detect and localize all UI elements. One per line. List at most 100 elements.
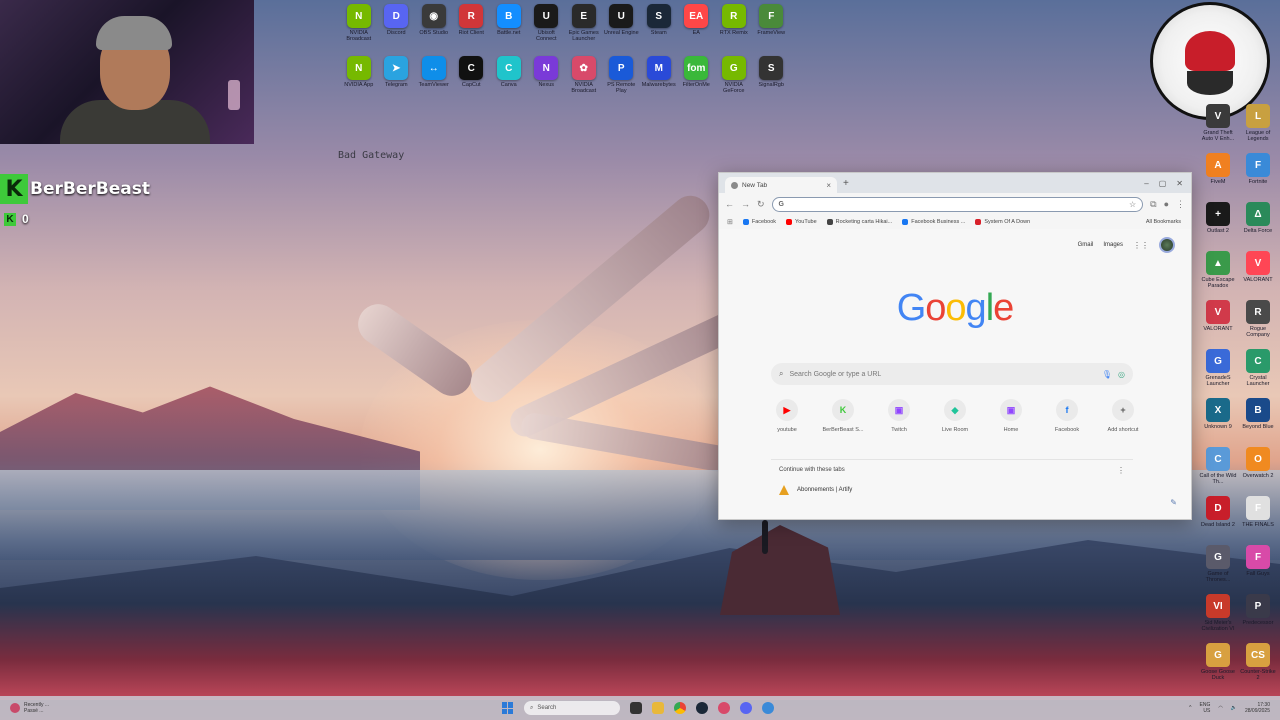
google-apps-icon[interactable]: ⋮⋮ bbox=[1133, 241, 1149, 250]
chrome-icon[interactable] bbox=[674, 702, 686, 714]
bookmark-star-icon[interactable]: ☆ bbox=[1129, 200, 1136, 209]
desktop-shortcut[interactable]: N NVIDIA Broadcast bbox=[340, 4, 378, 52]
desktop-shortcut[interactable]: ▲ Cube Escape Paradox bbox=[1198, 251, 1238, 298]
weather-widget[interactable]: Recently ... Passé ... bbox=[10, 702, 49, 714]
desktop-shortcut[interactable]: O Overwatch 2 bbox=[1238, 447, 1278, 494]
desktop-shortcut[interactable]: X Unknown 9 bbox=[1198, 398, 1238, 445]
volume-icon[interactable]: 🔈 bbox=[1231, 705, 1237, 711]
desktop-shortcut[interactable]: F THE FINALS bbox=[1238, 496, 1278, 543]
google-lens-icon[interactable]: ◎ bbox=[1118, 370, 1125, 379]
desktop-shortcut[interactable]: G Goose Goose Duck bbox=[1198, 643, 1238, 690]
desktop-shortcut[interactable]: S SignalRgb bbox=[753, 56, 791, 104]
desktop-shortcut[interactable]: S Steam bbox=[640, 4, 678, 52]
desktop-shortcut[interactable]: ➤ Telegram bbox=[378, 56, 416, 104]
google-search-input[interactable]: ⌕ Search Google or type a URL 🎙 ◎ bbox=[771, 363, 1133, 385]
shortcut-tile[interactable]: + Add shortcut bbox=[1095, 399, 1151, 433]
desktop-shortcut[interactable]: U Ubisoft Connect bbox=[528, 4, 566, 52]
voice-search-icon[interactable]: 🎙 bbox=[1102, 370, 1112, 379]
forward-icon[interactable]: → bbox=[741, 199, 750, 209]
desktop-shortcut[interactable]: CS Counter-Strike 2 bbox=[1238, 643, 1278, 690]
desktop-shortcut[interactable]: P PS Remote Play bbox=[603, 56, 641, 104]
desktop-shortcut[interactable]: N Nexus bbox=[528, 56, 566, 104]
windows-start-icon[interactable] bbox=[502, 702, 514, 714]
desktop-shortcut[interactable]: fom FilterOnMe bbox=[678, 56, 716, 104]
taskbar-search[interactable]: ⌕ Search bbox=[524, 701, 620, 715]
desktop-shortcut[interactable]: B Battle.net bbox=[490, 4, 528, 52]
address-bar[interactable]: G ☆ bbox=[771, 196, 1144, 212]
desktop-shortcut[interactable]: N NVIDIA App bbox=[340, 56, 378, 104]
all-bookmarks-button[interactable]: All Bookmarks bbox=[1146, 219, 1181, 225]
desktop-shortcut[interactable]: F Fall Guys bbox=[1238, 545, 1278, 592]
customize-pencil-icon[interactable]: ✎ bbox=[1170, 498, 1177, 507]
continue-item[interactable]: Abonnements | Artify bbox=[779, 485, 1133, 495]
tray-chevron-icon[interactable]: ^ bbox=[1189, 705, 1191, 711]
desktop-shortcut[interactable]: ↔ TeamViewer bbox=[415, 56, 453, 104]
task-view-icon[interactable] bbox=[630, 702, 642, 714]
desktop-shortcut[interactable]: ◉ OBS Studio bbox=[415, 4, 453, 52]
minimize-icon[interactable]: – bbox=[1144, 179, 1148, 188]
reload-icon[interactable]: ↻ bbox=[757, 199, 765, 210]
desktop-shortcut[interactable]: F FrameView bbox=[753, 4, 791, 52]
shortcut-tile[interactable]: f Facebook bbox=[1039, 399, 1095, 433]
bookmark-item[interactable]: Facebook Business ... bbox=[902, 219, 965, 225]
tab-new-tab[interactable]: New Tab × bbox=[725, 177, 837, 193]
bookmark-item[interactable]: System Of A Down bbox=[975, 219, 1030, 225]
menu-icon[interactable]: ⋮ bbox=[1176, 199, 1185, 210]
desktop-shortcut[interactable]: G NVIDIA GeForce bbox=[715, 56, 753, 104]
desktop-shortcut[interactable]: C Crystal Launcher bbox=[1238, 349, 1278, 396]
desktop-shortcut[interactable]: B Beyond Blue bbox=[1238, 398, 1278, 445]
desktop-shortcut[interactable]: EA EA bbox=[678, 4, 716, 52]
desktop-shortcut[interactable]: R Riot Client bbox=[453, 4, 491, 52]
language-indicator[interactable]: ENG US bbox=[1200, 702, 1211, 714]
card-menu-icon[interactable]: ⋮ bbox=[1117, 466, 1125, 475]
profile-icon[interactable]: ● bbox=[1164, 199, 1169, 209]
extensions-icon[interactable]: ⧉ bbox=[1150, 199, 1156, 210]
back-icon[interactable]: ← bbox=[725, 199, 734, 209]
clock[interactable]: 17:30 28/09/2025 bbox=[1245, 702, 1270, 714]
app-taskbar-icon[interactable] bbox=[718, 702, 730, 714]
bookmark-item[interactable]: Facebook bbox=[742, 219, 776, 225]
desktop-shortcut[interactable]: V Grand Theft Auto V Enh... bbox=[1198, 104, 1238, 151]
chrome-window[interactable]: New Tab × + – ▢ ✕ ← → ↻ G ☆ ⧉ ● ⋮ ⊞ Face… bbox=[718, 172, 1192, 520]
wifi-icon[interactable]: ◠ bbox=[1218, 705, 1222, 711]
desktop-shortcut[interactable]: G GrenadeS Launcher bbox=[1198, 349, 1238, 396]
desktop-shortcut[interactable]: C CapCut bbox=[453, 56, 491, 104]
desktop-shortcut[interactable]: VI Sid Meier's Civilization VI bbox=[1198, 594, 1238, 641]
close-tab-icon[interactable]: × bbox=[826, 181, 831, 190]
apps-grid-icon[interactable]: ⊞ bbox=[727, 218, 733, 226]
desktop-shortcut[interactable]: D Discord bbox=[378, 4, 416, 52]
bookmark-item[interactable]: YouTube bbox=[786, 219, 817, 225]
desktop-shortcut[interactable]: D Dead Island 2 bbox=[1198, 496, 1238, 543]
desktop-shortcut[interactable]: P Predecessor bbox=[1238, 594, 1278, 641]
desktop-shortcut[interactable]: U Unreal Engine bbox=[603, 4, 641, 52]
shortcut-tile[interactable]: ◆ Live Room bbox=[927, 399, 983, 433]
desktop-shortcut[interactable]: F Fortnite bbox=[1238, 153, 1278, 200]
desktop-shortcut[interactable]: R Rogue Company bbox=[1238, 300, 1278, 347]
maximize-icon[interactable]: ▢ bbox=[1159, 179, 1167, 188]
desktop-shortcut[interactable]: L League of Legends bbox=[1238, 104, 1278, 151]
steam-taskbar-icon[interactable] bbox=[696, 702, 708, 714]
shortcut-tile[interactable]: K BerBerBeast S... bbox=[815, 399, 871, 433]
discord-taskbar-icon[interactable] bbox=[740, 702, 752, 714]
obs-taskbar-icon[interactable] bbox=[762, 702, 774, 714]
desktop-shortcut[interactable]: A FiveM bbox=[1198, 153, 1238, 200]
shortcut-tile[interactable]: ▶ youtube bbox=[759, 399, 815, 433]
desktop-shortcut[interactable]: E Epic Games Launcher bbox=[565, 4, 603, 52]
new-tab-button[interactable]: + bbox=[843, 178, 849, 189]
desktop-shortcut[interactable]: M Malwarebytes bbox=[640, 56, 678, 104]
desktop-shortcut[interactable]: V VALORANT bbox=[1198, 300, 1238, 347]
bookmark-item[interactable]: Rocketing carta Hikai... bbox=[826, 219, 892, 225]
desktop-shortcut[interactable]: C Canva bbox=[490, 56, 528, 104]
desktop-shortcut[interactable]: R RTX Remix bbox=[715, 4, 753, 52]
desktop-shortcut[interactable]: Δ Delta Force bbox=[1238, 202, 1278, 249]
images-link[interactable]: Images bbox=[1103, 242, 1123, 248]
desktop-shortcut[interactable]: + Outlast 2 bbox=[1198, 202, 1238, 249]
desktop-shortcut[interactable]: G Game of Thrones... bbox=[1198, 545, 1238, 592]
gmail-link[interactable]: Gmail bbox=[1078, 242, 1094, 248]
desktop-shortcut[interactable]: V VALORANT bbox=[1238, 251, 1278, 298]
file-explorer-icon[interactable] bbox=[652, 702, 664, 714]
desktop-shortcut[interactable]: C Call of the Wild Th... bbox=[1198, 447, 1238, 494]
shortcut-tile[interactable]: ▣ Twitch bbox=[871, 399, 927, 433]
shortcut-tile[interactable]: ▣ Home bbox=[983, 399, 1039, 433]
close-window-icon[interactable]: ✕ bbox=[1176, 179, 1183, 188]
